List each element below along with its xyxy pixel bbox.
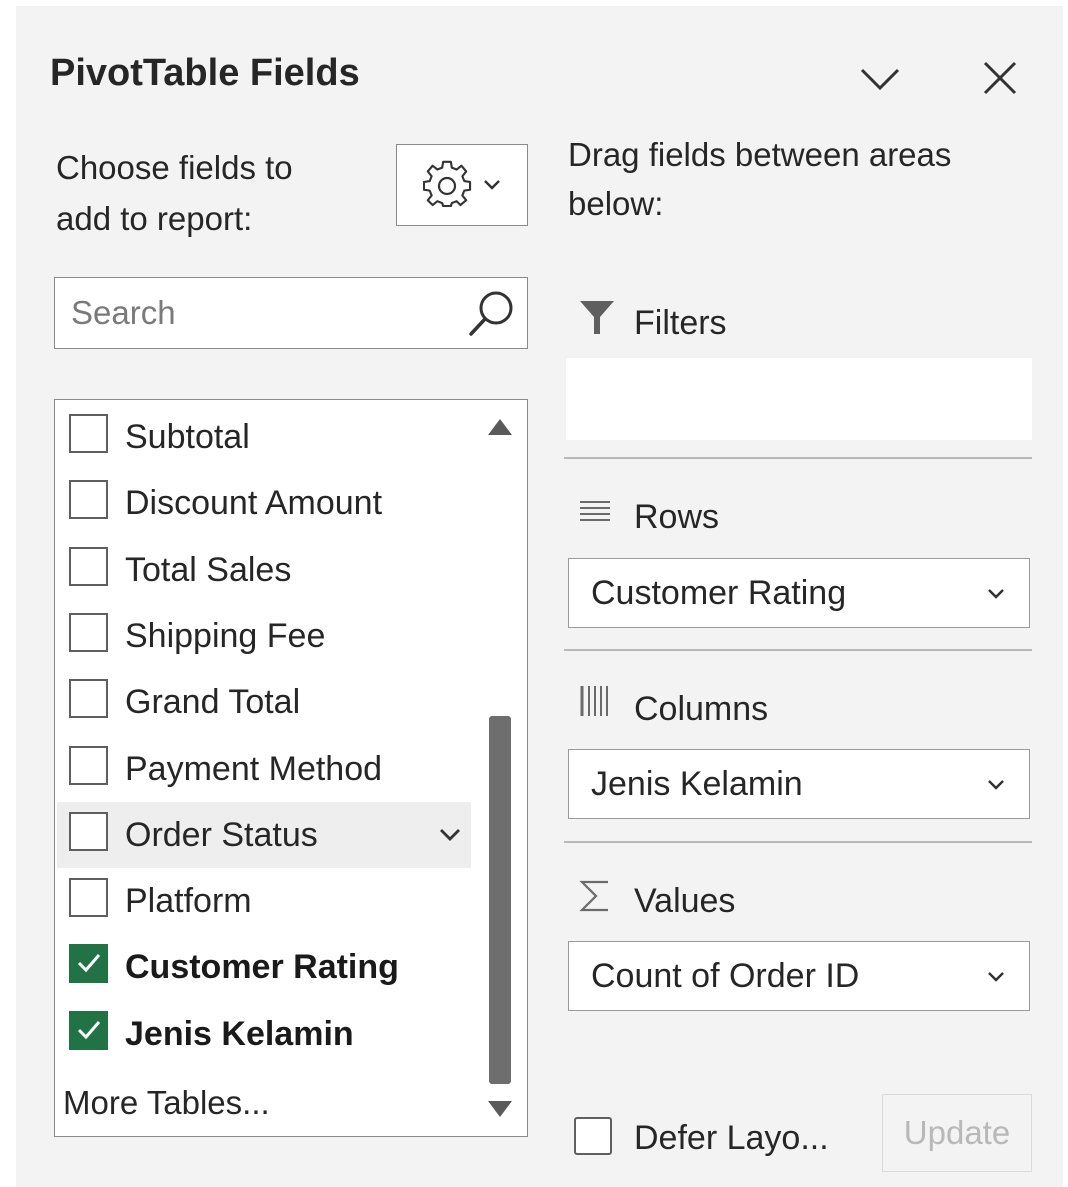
field-checkbox[interactable] [69,811,108,851]
field-label: Customer Rating [125,948,399,987]
field-item-grand-total[interactable]: Grand Total [57,669,471,735]
field-item-payment-method[interactable]: Payment Method [57,736,471,802]
rows-icon [580,501,610,521]
update-button[interactable]: Update [882,1094,1032,1172]
chevron-down-icon[interactable] [983,964,1009,990]
chevron-down-icon [860,68,900,91]
scroll-up-arrow-icon[interactable] [485,414,515,438]
field-checkbox[interactable] [69,546,108,586]
field-checkbox[interactable] [69,1010,108,1050]
rows-area-label: Rows [634,498,720,536]
area-divider [564,841,1032,843]
field-label: Discount Amount [125,484,383,523]
columns-field-label: Jenis Kelamin [591,765,803,803]
field-list-settings-button[interactable] [396,144,528,226]
field-item-platform[interactable]: Platform [57,868,471,934]
field-list-scrollbar[interactable] [473,400,527,1136]
field-label: Grand Total [125,683,301,722]
choose-fields-line-1: Choose fields to [56,149,293,186]
columns-field-jenis-kelamin[interactable]: Jenis Kelamin [568,749,1030,819]
columns-area-label: Columns [634,690,769,728]
search-input[interactable] [55,278,455,347]
values-field-count-of-order-id[interactable]: Count of Order ID [568,941,1030,1011]
field-checkbox[interactable] [69,878,108,918]
checkmark-icon [77,954,101,973]
defer-layout-label[interactable]: Defer Layo... [634,1119,829,1158]
rows-field-label: Customer Rating [591,574,847,612]
pivottable-fields-pane: PivotTable Fields Choose fields to add t… [16,6,1063,1187]
chevron-down-icon[interactable] [983,581,1009,607]
field-item-jenis-kelamin[interactable]: Jenis Kelamin [57,1001,471,1067]
field-label: Jenis Kelamin [125,1014,354,1053]
field-item-customer-rating[interactable]: Customer Rating [57,934,471,1000]
scrollbar-thumb[interactable] [489,716,511,1084]
defer-layout-checkbox[interactable] [574,1117,612,1155]
rows-field-customer-rating[interactable]: Customer Rating [568,558,1030,628]
close-icon [983,61,1017,95]
scroll-down-arrow-icon[interactable] [485,1098,515,1122]
field-item-total-sales[interactable]: Total Sales [57,537,471,603]
field-item-shipping-fee[interactable]: Shipping Fee [57,603,471,669]
field-label: Payment Method [125,749,383,788]
field-list[interactable]: Subtotal Discount Amount Total Sales Shippi… [54,399,528,1137]
field-checkbox[interactable] [69,612,108,652]
field-checkbox[interactable] [69,944,108,984]
pane-options-button[interactable] [852,50,908,106]
filters-area-label: Filters [634,304,727,342]
choose-fields-label: Choose fields to add to report: [56,142,293,244]
field-item-order-status[interactable]: Order Status [57,801,471,868]
field-checkbox[interactable] [69,480,108,520]
filters-drop-zone[interactable] [566,358,1032,440]
values-field-label: Count of Order ID [591,957,860,995]
field-label: Total Sales [125,550,292,589]
choose-fields-line-2: add to report: [56,200,253,237]
field-checkbox[interactable] [69,745,108,785]
field-checkbox[interactable] [69,679,108,719]
area-divider [564,457,1032,459]
checkmark-icon [77,1020,101,1039]
search-box[interactable] [54,277,528,349]
more-tables-link[interactable]: More Tables... [63,1084,270,1122]
field-checkbox[interactable] [69,414,108,453]
field-label: Shipping Fee [125,616,326,655]
field-item-discount-amount[interactable]: Discount Amount [57,470,471,536]
field-label: Order Status [125,815,318,854]
chevron-down-icon[interactable] [983,772,1009,798]
field-label: Subtotal [125,418,250,456]
drag-fields-line-2: below: [568,185,664,222]
sigma-icon [579,880,608,912]
chevron-down-icon[interactable] [435,820,465,850]
field-label: Platform [125,882,252,921]
close-pane-button[interactable] [972,50,1028,106]
search-icon[interactable] [465,286,519,340]
area-divider [564,649,1032,651]
chevron-down-icon [484,180,500,190]
drag-fields-label: Drag fields between areas below: [568,130,951,228]
pane-title: PivotTable Fields [50,52,360,94]
gear-icon [423,160,472,208]
filter-icon [580,301,614,334]
field-item-subtotal[interactable]: Subtotal [57,404,471,470]
columns-icon [580,686,608,716]
drag-fields-line-1: Drag fields between areas [568,136,952,173]
values-area-label: Values [634,882,736,920]
